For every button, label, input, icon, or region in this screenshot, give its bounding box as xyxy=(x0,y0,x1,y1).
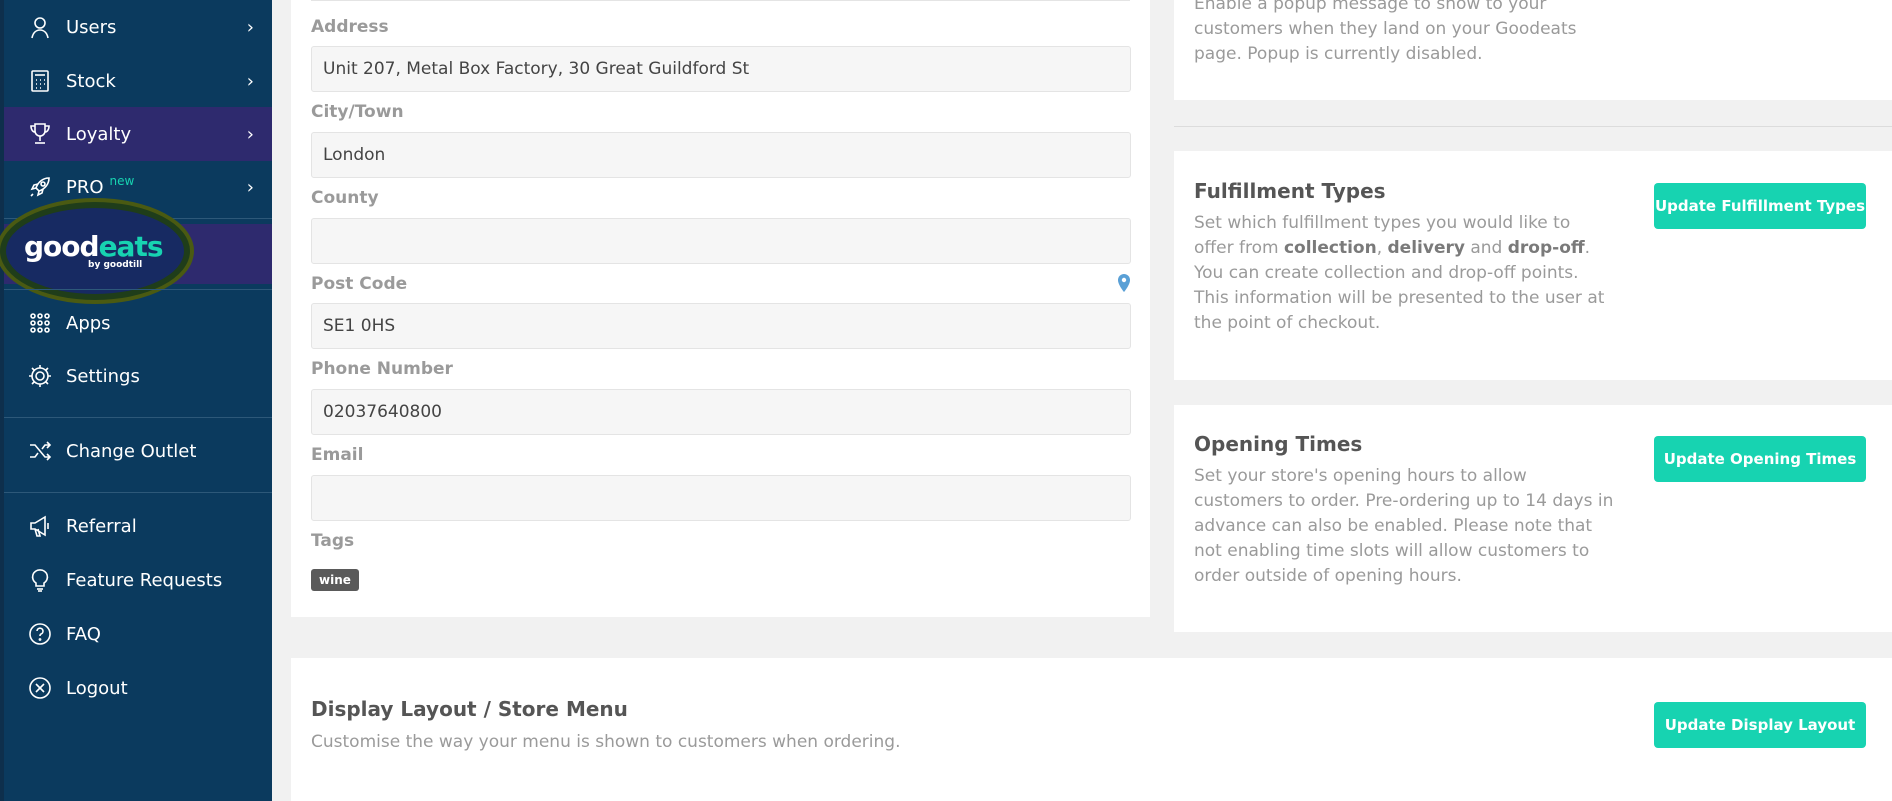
sidebar-divider xyxy=(4,492,272,493)
sidebar-item-label: Stock xyxy=(66,70,116,92)
county-field[interactable] xyxy=(311,218,1131,264)
logo-good: good xyxy=(24,230,100,263)
sidebar-item-label: Logout xyxy=(66,677,128,699)
sidebar-item-apps[interactable]: Apps xyxy=(4,296,272,350)
new-badge: new xyxy=(109,173,135,188)
update-fulfillment-types-button[interactable]: Update Fulfillment Types xyxy=(1654,183,1866,229)
panel-divider xyxy=(311,0,1130,1)
chevron-right-icon: › xyxy=(246,123,254,145)
popup-description: Enable a popup message to show to your c… xyxy=(1194,0,1654,67)
tags-label: Tags xyxy=(311,531,355,551)
sidebar: Users › Stock › Loyalty › PRO new › goode… xyxy=(0,0,272,801)
popup-desc-line1: Enable a popup message to show to your xyxy=(1194,0,1547,14)
address-label: Address xyxy=(311,17,389,37)
chevron-right-icon: › xyxy=(246,70,254,92)
opening-times-title: Opening Times xyxy=(1194,432,1363,456)
sidebar-item-stock[interactable]: Stock › xyxy=(4,54,272,108)
sidebar-item-label-wrap: PRO new xyxy=(66,173,135,198)
sidebar-item-label: FAQ xyxy=(66,623,101,645)
city-field[interactable]: London xyxy=(311,132,1131,178)
postcode-label: Post Code xyxy=(311,274,408,294)
sidebar-divider xyxy=(4,417,272,418)
phone-field[interactable]: 02037640800 xyxy=(311,389,1131,435)
user-icon xyxy=(26,13,54,41)
section-divider xyxy=(1174,126,1892,127)
logo-eats: eats xyxy=(98,230,164,263)
city-label: City/Town xyxy=(311,102,404,122)
close-circle-icon xyxy=(26,674,54,702)
fulfillment-collection: collection xyxy=(1283,238,1377,258)
update-opening-times-button[interactable]: Update Opening Times xyxy=(1654,436,1866,482)
sidebar-item-label: Users xyxy=(66,16,117,38)
opening-times-description: Set your store's opening hours to allow … xyxy=(1194,466,1614,586)
goodeats-logo[interactable]: goodeats xyxy=(24,230,163,263)
sidebar-item-label: Change Outlet xyxy=(66,440,197,462)
fulfillment-and: and xyxy=(1464,238,1508,258)
phone-label: Phone Number xyxy=(311,359,453,379)
popup-desc-line3: page. Popup is currently disabled. xyxy=(1194,44,1483,64)
sidebar-item-settings[interactable]: Settings xyxy=(4,349,272,403)
sidebar-divider xyxy=(4,289,272,290)
sidebar-item-label: Referral xyxy=(66,515,137,537)
sidebar-item-label: Settings xyxy=(66,365,140,387)
sidebar-item-label: Feature Requests xyxy=(66,569,223,591)
sidebar-item-referral[interactable]: Referral xyxy=(4,499,272,553)
lightbulb-icon xyxy=(26,566,54,594)
fulfillment-description: Set which fulfillment types you would li… xyxy=(1194,211,1614,336)
sidebar-item-loyalty[interactable]: Loyalty › xyxy=(4,107,272,161)
tag-badge[interactable]: wine xyxy=(311,569,359,591)
fulfillment-comma: , xyxy=(1376,238,1388,258)
address-field[interactable]: Unit 207, Metal Box Factory, 30 Great Gu… xyxy=(311,46,1131,92)
postcode-field[interactable]: SE1 0HS xyxy=(311,303,1131,349)
display-layout-title: Display Layout / Store Menu xyxy=(311,697,628,721)
popup-desc-line2: customers when they land on your Goodeat… xyxy=(1194,19,1577,39)
fulfillment-delivery: delivery xyxy=(1387,238,1465,258)
sidebar-item-logout[interactable]: Logout xyxy=(4,661,272,715)
chevron-right-icon: › xyxy=(246,176,254,198)
megaphone-icon xyxy=(26,512,54,540)
display-layout-description: Customise the way your menu is shown to … xyxy=(311,732,901,752)
sidebar-item-faq[interactable]: FAQ xyxy=(4,607,272,661)
fulfillment-dropoff: drop-off xyxy=(1507,238,1585,258)
sidebar-item-users[interactable]: Users › xyxy=(4,0,272,54)
sidebar-item-change-outlet[interactable]: Change Outlet xyxy=(4,424,272,478)
chevron-right-icon: › xyxy=(246,16,254,38)
shuffle-icon xyxy=(26,437,54,465)
email-field[interactable] xyxy=(311,475,1131,521)
rocket-icon xyxy=(26,173,54,201)
gear-icon xyxy=(26,362,54,390)
email-label: Email xyxy=(311,445,364,465)
fulfillment-title: Fulfillment Types xyxy=(1194,179,1386,203)
sidebar-item-pro[interactable]: PRO new › xyxy=(4,160,272,214)
sidebar-item-label: PRO xyxy=(66,176,104,198)
county-label: County xyxy=(311,188,379,208)
question-icon xyxy=(26,620,54,648)
sidebar-item-label: Loyalty xyxy=(66,123,132,145)
logo-subtitle: by goodtill xyxy=(88,260,143,270)
sidebar-item-label: Apps xyxy=(66,312,111,334)
map-pin-icon[interactable] xyxy=(1116,273,1132,293)
calculator-icon xyxy=(26,67,54,95)
update-display-layout-button[interactable]: Update Display Layout xyxy=(1654,702,1866,748)
grid-icon xyxy=(26,309,54,337)
trophy-icon xyxy=(26,120,54,148)
sidebar-item-feature-requests[interactable]: Feature Requests xyxy=(4,553,272,607)
